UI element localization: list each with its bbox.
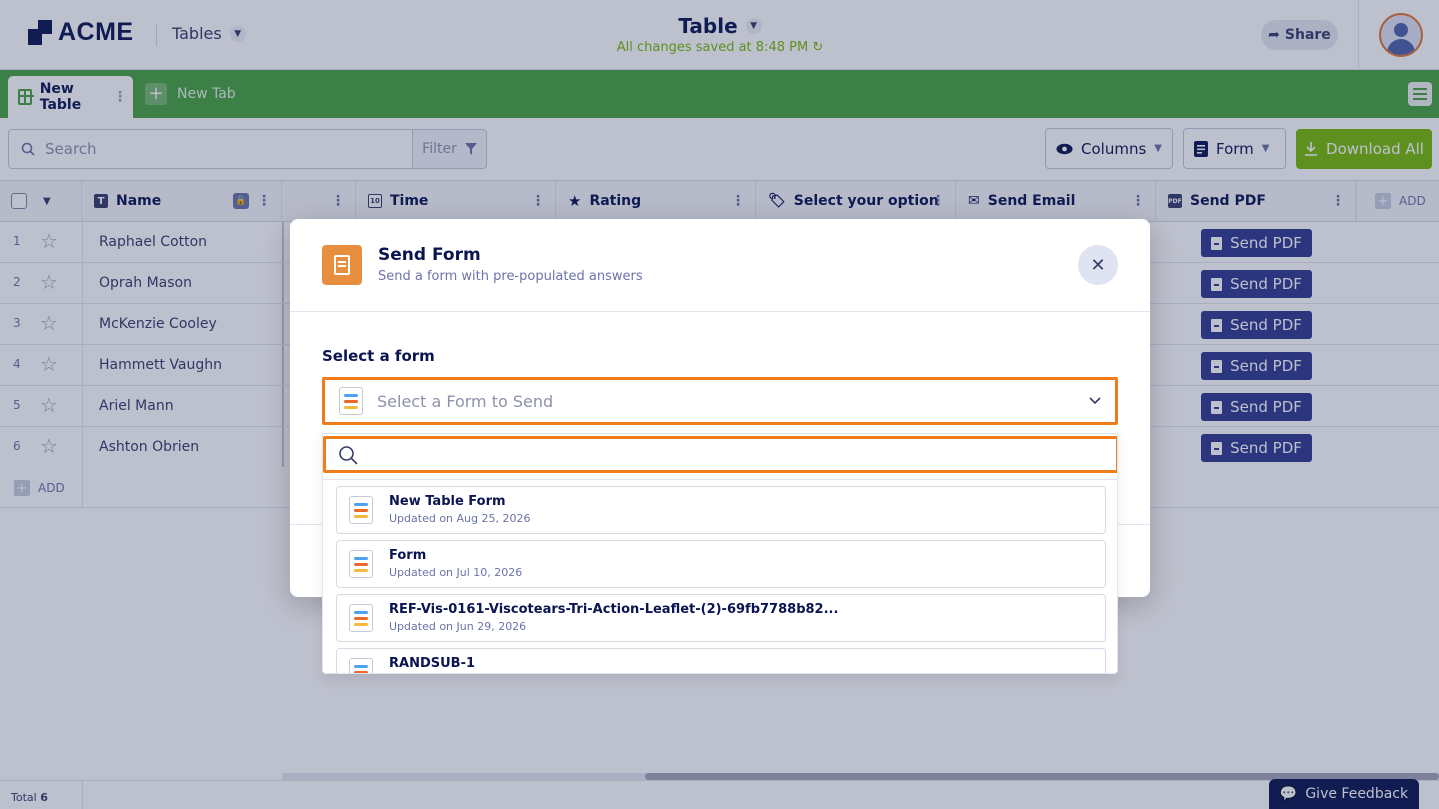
form-icon bbox=[349, 604, 373, 632]
modal-subtitle: Send a form with pre-populated answers bbox=[378, 269, 643, 284]
dropdown-search-input[interactable] bbox=[323, 436, 1117, 473]
form-select-dropdown[interactable]: Select a Form to Send bbox=[322, 377, 1118, 425]
form-option-date: Updated on Jul 10, 2026 bbox=[389, 566, 523, 579]
form-icon bbox=[339, 387, 363, 415]
form-select-placeholder: Select a Form to Send bbox=[377, 391, 554, 411]
search-icon bbox=[339, 445, 358, 465]
form-icon bbox=[349, 550, 373, 578]
modal-header: Send Form Send a form with pre-populated… bbox=[290, 219, 1150, 312]
close-icon: ✕ bbox=[1090, 254, 1106, 276]
form-option-date: Updated on Aug 25, 2026 bbox=[389, 512, 531, 525]
form-option-title: Form bbox=[389, 548, 427, 563]
form-option[interactable]: New Table Form Updated on Aug 25, 2026 bbox=[336, 486, 1106, 534]
form-option[interactable]: RANDSUB-1 bbox=[336, 648, 1106, 673]
form-icon bbox=[349, 658, 373, 673]
form-option-title: REF-Vis-0161-Viscotears-Tri-Action-Leafl… bbox=[389, 602, 839, 617]
form-option[interactable]: REF-Vis-0161-Viscotears-Tri-Action-Leafl… bbox=[336, 594, 1106, 642]
form-icon bbox=[349, 496, 373, 524]
modal-title: Send Form bbox=[378, 245, 481, 265]
form-option[interactable]: Form Updated on Jul 10, 2026 bbox=[336, 540, 1106, 588]
chevron-down-icon bbox=[1089, 394, 1101, 408]
form-option-title: New Table Form bbox=[389, 494, 506, 509]
close-button[interactable]: ✕ bbox=[1078, 245, 1118, 285]
form-option-title: RANDSUB-1 bbox=[389, 656, 476, 671]
send-form-icon bbox=[322, 245, 362, 285]
form-options-list[interactable]: New Table Form Updated on Aug 25, 2026 F… bbox=[323, 479, 1117, 673]
form-option-date: Updated on Jun 29, 2026 bbox=[389, 620, 527, 633]
form-options-dropdown: New Table Form Updated on Aug 25, 2026 F… bbox=[322, 433, 1118, 674]
select-form-label: Select a form bbox=[322, 347, 435, 365]
